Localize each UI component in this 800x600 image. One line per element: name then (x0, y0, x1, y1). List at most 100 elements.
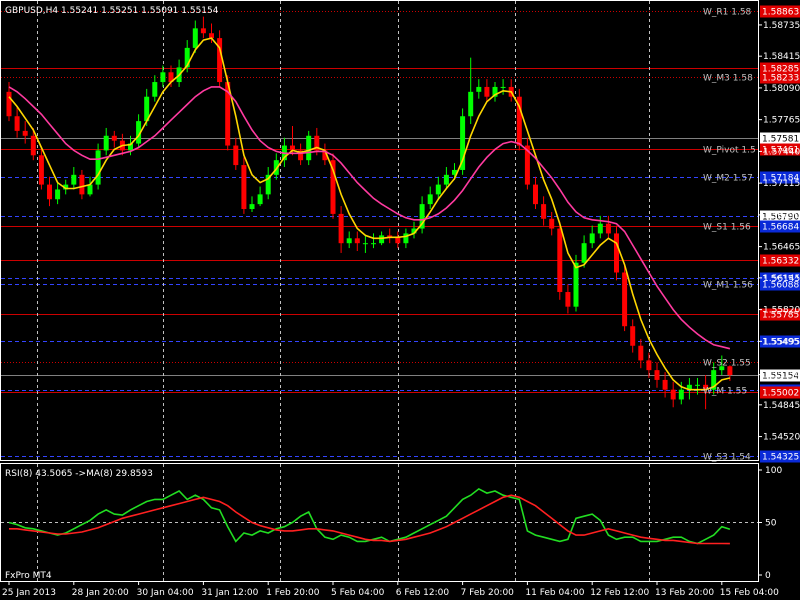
candle-body-43 (354, 238, 360, 244)
candle-body-0 (6, 91, 12, 117)
candle-body-18 (152, 82, 158, 97)
pivot-label-2: W_M3 1.58 (703, 74, 753, 84)
candle-body-48 (395, 237, 401, 244)
pivot-label-7: W_S1 1.56 (703, 223, 751, 233)
price-tick-label-3: 1.57765 (763, 116, 800, 126)
candle-body-57 (468, 91, 474, 117)
candle-body-4 (38, 155, 44, 185)
chart-title: GBPUSD,H4 1.55241 1.55251 1.55091 1.5515… (5, 6, 219, 16)
price-tick-label-8: 1.56145 (763, 274, 800, 284)
rsi-tick-label-2: 0 (765, 571, 771, 581)
price-tick-label-1: 1.58415 (763, 52, 800, 62)
rsi-title: RSI(8) 43.5065 ->MA(8) 29.8593 (5, 469, 153, 479)
price-tick-label-7: 1.56465 (763, 243, 800, 253)
price-tag-16: 1.55002 (762, 389, 799, 399)
candle-body-70 (573, 262, 579, 307)
chart-root: W_R1 1.58 W_M3 1.58 W_Pivot 1.5 W_M2 1.57 W_… (0, 0, 800, 600)
candle-body-41 (338, 213, 344, 244)
candle-body-78 (638, 345, 644, 361)
candle-body-66 (541, 204, 547, 219)
price-tick-label-11: 1.55154 (763, 371, 800, 381)
price-tag-17: 1.54325 (762, 453, 799, 463)
candle-body-8 (71, 174, 77, 185)
candle-body-12 (103, 135, 109, 151)
candle-body-42 (346, 238, 352, 244)
time-label-10: 13 Feb 20:00 (655, 588, 714, 598)
candle-body-61 (500, 86, 506, 88)
candle-body-28 (233, 145, 239, 166)
time-label-4: 1 Feb 20:00 (266, 588, 320, 598)
candle-body-1 (14, 116, 20, 131)
candle-body-82 (670, 389, 676, 400)
time-label-5: 5 Feb 04:00 (331, 588, 385, 598)
candle-body-13 (111, 135, 117, 141)
candle-body-83 (678, 389, 684, 400)
time-label-9: 12 Feb 12:00 (590, 588, 649, 598)
time-label-3: 31 Jan 12:00 (201, 588, 258, 598)
candle-body-79 (646, 360, 652, 371)
candle-body-71 (581, 243, 587, 263)
candle-body-72 (589, 233, 595, 244)
candle-body-10 (87, 184, 93, 195)
price-tick-label-2: 1.58090 (763, 84, 800, 94)
candle-body-85 (695, 384, 700, 386)
candle-body-80 (654, 370, 660, 380)
price-tick-label-12: 1.54845 (763, 401, 800, 411)
time-label-8: 11 Feb 04:00 (525, 588, 584, 598)
price-tick-label-9: 1.55820 (763, 306, 800, 316)
price-tag-3: 1.57581 (762, 135, 799, 145)
candle-body-53 (435, 184, 441, 195)
candle-body-6 (55, 189, 61, 200)
candle-body-74 (605, 223, 611, 234)
candle-body-23 (192, 28, 198, 48)
candle-body-75 (614, 233, 619, 273)
candle-body-59 (484, 86, 490, 97)
candle-body-2 (22, 130, 28, 136)
candle-body-65 (533, 184, 538, 205)
price-tick-label-6: 1.56790 (763, 211, 800, 221)
candle-body-11 (95, 150, 101, 185)
price-tick-label-0: 1.58735 (763, 21, 800, 31)
candle-body-81 (662, 379, 668, 390)
candle-body-31 (257, 194, 263, 205)
candle-body-49 (403, 233, 409, 244)
time-label-11: 15 Feb 04:00 (720, 588, 779, 598)
time-label-2: 30 Jan 04:00 (137, 588, 194, 598)
candle-body-67 (549, 218, 555, 229)
candle-body-76 (622, 272, 628, 327)
pivot-label-4: W_Pivot 1.5 (703, 146, 756, 156)
price-tag-0: 1.58863 (762, 8, 799, 18)
price-tick-label-10: 1.55495 (763, 337, 800, 347)
price-tick-label-13: 1.54520 (763, 433, 800, 443)
candle-body-68 (557, 228, 563, 293)
candle-body-69 (565, 292, 571, 307)
candle-body-58 (476, 86, 482, 92)
pivot-label-0: W_R1 1.58 (703, 8, 752, 18)
price-tag-2: 1.58233 (762, 74, 799, 84)
candle-body-45 (371, 243, 376, 245)
candle-body-77 (630, 326, 636, 346)
price-tick-label-4: 1.57440 (763, 147, 800, 157)
candle-body-54 (443, 174, 449, 185)
time-label-6: 6 Feb 12:00 (396, 588, 450, 598)
chart-background (0, 0, 800, 600)
rsi-tick-label-0: 100 (765, 466, 782, 476)
broker-label: FxPro MT4 (5, 571, 52, 581)
pivot-label-13: W_S2 1.55 (703, 359, 751, 369)
pivot-label-15: W_M 1.55 (703, 387, 747, 397)
candle-body-30 (249, 204, 255, 210)
price-tag-7: 1.56684 (762, 223, 799, 233)
candle-body-9 (79, 174, 85, 195)
candle-body-19 (160, 72, 166, 83)
time-label-0: 25 Jan 2013 (2, 588, 56, 598)
time-label-7: 7 Feb 20:00 (461, 588, 515, 598)
candle-body-5 (47, 184, 52, 200)
candle-body-24 (200, 28, 206, 34)
candle-body-29 (241, 165, 247, 210)
candle-body-52 (427, 194, 433, 205)
price-tick-label-5: 1.57115 (763, 179, 800, 189)
candle-body-73 (597, 223, 603, 234)
candle-body-46 (379, 235, 385, 244)
time-label-1: 28 Jan 20:00 (72, 588, 129, 598)
candle-body-3 (30, 135, 36, 156)
